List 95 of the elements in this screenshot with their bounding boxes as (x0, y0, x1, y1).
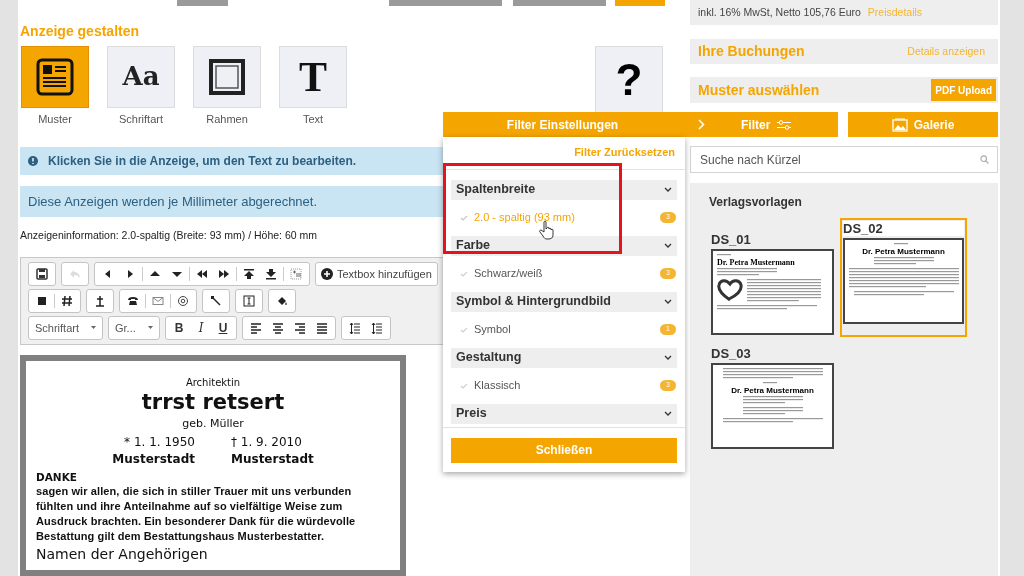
paint-bucket-icon (276, 294, 288, 307)
chevron-down-icon (664, 299, 672, 304)
check-icon (460, 382, 468, 389)
search-icon (980, 155, 989, 164)
death-date: † 1. 9. 2010 (231, 434, 303, 451)
square-icon (36, 294, 48, 307)
font-dropdown[interactable]: Schriftart (28, 315, 103, 340)
template-card[interactable]: DS_01 Dr. Petra Mustermann (709, 230, 836, 337)
envelope-icon (152, 294, 164, 307)
plus-circle-icon (321, 267, 333, 280)
wand-icon (210, 294, 222, 307)
birth-place: Musterstadt (111, 451, 195, 469)
add-textbox-button[interactable]: Textbox hinzufügen (315, 261, 438, 286)
template-code: DS_02 (843, 221, 964, 236)
double-caret-left-icon (196, 267, 208, 280)
filter-group-header[interactable]: Preis (451, 403, 677, 424)
filter-option[interactable]: Klassisch (460, 377, 521, 394)
filter-group-header[interactable]: Spaltenbreite (451, 179, 677, 200)
signature-text: Namen der Angehörigen (36, 546, 208, 563)
templates-title: Verlagsvorlagen (709, 194, 803, 211)
align-right-icon (294, 321, 306, 334)
bold-button[interactable]: B (168, 317, 190, 338)
move-bottom-icon (265, 267, 277, 280)
sliders-icon (776, 119, 793, 130)
caret-down-icon (91, 326, 96, 330)
hash-icon (61, 294, 73, 307)
maiden-name-text: geb. Müller (182, 417, 244, 432)
save-icon (36, 267, 48, 280)
template-code: DS_03 (711, 346, 752, 361)
underline-button[interactable]: U (212, 317, 234, 338)
caret-down-icon (148, 326, 153, 330)
occupation-text: Architektin (185, 377, 241, 390)
frame-tool-button[interactable] (193, 45, 261, 109)
ad-info: Anzeigeninformation: 2.0-spaltig (Breite: 93 mm) / Höhe: 60 mm (20, 228, 318, 241)
heading-text: DANKE (36, 470, 77, 485)
template-card[interactable]: DS_03 Dr. Petra Mustermann (709, 344, 836, 451)
layout-icon (35, 57, 75, 97)
tool-label: Rahmen (206, 112, 248, 128)
info-icon (28, 156, 38, 167)
birth-date: * 1. 1. 1950 (123, 434, 195, 451)
filter-option[interactable]: Schwarz/weiß (460, 265, 543, 282)
tool-label: Muster (38, 112, 72, 128)
template-preview[interactable]: Dr. Petra Mustermann (711, 249, 834, 335)
filter-panel-header: Filter Einstellungen (443, 112, 690, 137)
font-tool-button[interactable]: Aa (107, 45, 175, 109)
align-left-icon (250, 321, 262, 334)
tool-label: Text (302, 112, 324, 128)
chevron-down-icon (664, 243, 672, 248)
price-text: inkl. 16% MwSt, Netto 105,76 Euro (698, 4, 861, 20)
text-field-icon (243, 294, 255, 307)
chevron-right-icon (698, 119, 705, 130)
template-preview[interactable]: Dr. Petra Mustermann (711, 363, 834, 449)
check-icon (460, 214, 468, 221)
pattern-tool-button[interactable] (21, 45, 89, 109)
insert-icon (290, 267, 302, 280)
text-tool-button[interactable]: T (279, 45, 347, 109)
search-field[interactable]: Suche nach Kürzel (690, 146, 998, 173)
italic-button[interactable]: I (190, 317, 212, 338)
template-code: DS_01 (711, 232, 752, 247)
align-justify-icon (316, 321, 328, 334)
bookings-title: Ihre Buchungen (698, 42, 805, 61)
pattern-title: Muster auswählen (698, 80, 820, 100)
filter-group-header[interactable]: Gestaltung (451, 347, 677, 368)
text-lines-drawing (742, 396, 803, 406)
template-preview[interactable]: Dr. Petra Mustermann (843, 238, 964, 324)
align-center-icon (272, 321, 284, 334)
help-button[interactable]: ? (595, 45, 663, 114)
death-place: Musterstadt (231, 451, 315, 469)
info-text: Klicken Sie in die Anzeige, um den Text zu bearbeiten. (48, 153, 357, 171)
check-icon (460, 270, 468, 277)
line-spacing-icon (371, 321, 383, 334)
name-text: Dr. Petra Mustermann (717, 258, 795, 268)
chevron-down-icon (664, 355, 672, 360)
section-title: Anzeige gestalten (20, 22, 141, 39)
template-card[interactable]: DS_02 Dr. Petra Mustermann (840, 218, 967, 337)
size-dropdown[interactable]: Gr... (108, 315, 160, 340)
body-text: sagen wir allen, die sich in stiller Trauer mit uns verbunden fühlten und ihre Anteilnahme auf so vielfältige Weise zum Ausdruck brachten. Ein besonderer Dank für die würdevolle Bestattung gilt dem Bestattungshaus Musterbestatter. (36, 484, 357, 545)
heart-drawing (717, 278, 743, 303)
check-icon (460, 326, 468, 333)
chevron-down-icon (664, 187, 672, 192)
name-text: trrst retsert (141, 389, 285, 416)
name-text: Dr. Petra Mustermann (731, 386, 814, 396)
line-spacing-icon (349, 321, 361, 334)
name-text: Dr. Petra Mustermann (862, 247, 945, 257)
filter-option[interactable]: Symbol (460, 321, 511, 338)
double-caret-right-icon (218, 267, 230, 280)
ad-preview[interactable] (20, 355, 406, 576)
chevron-down-icon (664, 411, 672, 416)
frame-icon (207, 57, 247, 97)
cross-icon (94, 294, 106, 307)
filter-group-header[interactable]: Symbol & Hintergrundbild (451, 291, 677, 312)
move-top-icon (243, 267, 255, 280)
tool-label: Schriftart (119, 112, 163, 128)
phone-icon (127, 294, 139, 307)
image-icon (891, 117, 908, 132)
